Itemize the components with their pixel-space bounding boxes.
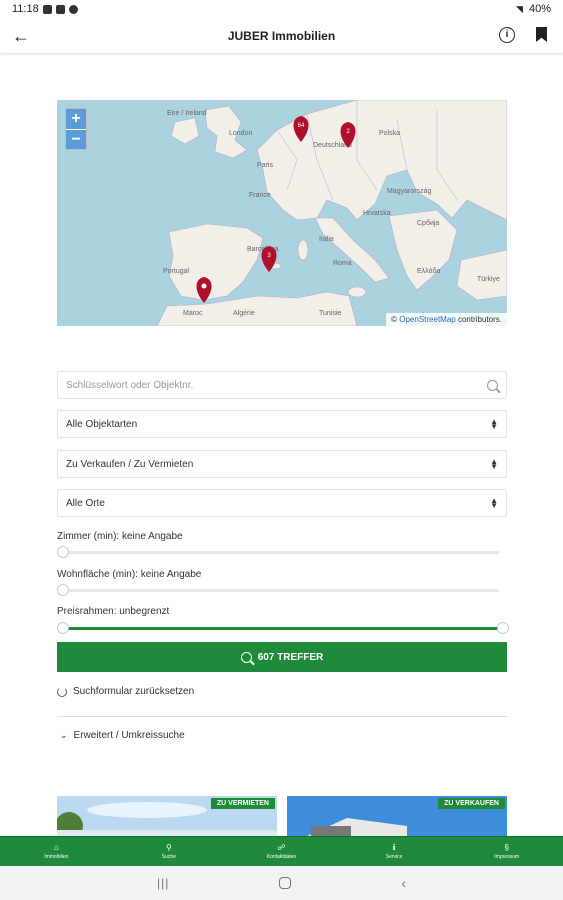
search-placeholder: Schlüsselwort oder Objektnr. — [66, 379, 194, 391]
imprint-icon: § — [504, 842, 509, 852]
price-slider-min-thumb[interactable] — [57, 622, 69, 634]
nav-label: Immobilien — [44, 853, 69, 860]
app-bar: ← JUBER Immobilien i — [0, 18, 563, 54]
info-icon: ℹ — [392, 842, 396, 852]
nav-item-service[interactable]: ℹ Service — [338, 837, 451, 866]
offer-type-select[interactable]: Zu Verkaufen / Zu Vermieten ▲ ▼ — [57, 450, 507, 478]
rooms-slider-label: Zimmer (min): keine Angabe — [57, 531, 183, 542]
area-slider-track[interactable] — [62, 589, 499, 592]
zoom-in-button[interactable]: + — [66, 109, 86, 129]
image-status-icon — [55, 4, 65, 14]
property-type-value: Alle Objektarten — [66, 418, 138, 430]
map-label-paris: Paris — [257, 162, 273, 169]
nav-item-impressum[interactable]: § Impressum — [450, 837, 563, 866]
advanced-search-label: Erweitert / Umkreissuche — [73, 730, 185, 741]
attribution-suffix: contributors. — [457, 315, 502, 324]
map-label-deutschland: Deutschland — [313, 142, 352, 149]
nav-label: Service — [385, 853, 403, 860]
nav-label: Impressum — [494, 853, 520, 860]
price-slider-label: Preisrahmen: unbegrenzt — [57, 606, 170, 617]
reset-label: Suchformular zurücksetzen — [73, 686, 195, 697]
wifi-icon: ◥ — [516, 3, 523, 14]
nav-item-immobilien[interactable]: ⌂ Immobilien — [0, 837, 113, 866]
bottom-navigation: ⌂ Immobilien ⚲ Suche ☍ Kontaktdaten ℹ Se… — [0, 836, 563, 866]
home-icon: ⌂ — [53, 842, 59, 852]
system-navigation-bar: ||| ‹ — [0, 866, 563, 900]
select-arrows-icon: ▲ ▼ — [490, 417, 498, 431]
select-arrows-icon: ▲ ▼ — [490, 457, 498, 471]
search-icon: ⚲ — [165, 842, 172, 852]
rooms-slider-track[interactable] — [62, 551, 499, 554]
select-arrows-icon: ▲ ▼ — [490, 496, 498, 510]
openstreetmap-link[interactable]: OpenStreetMap — [399, 315, 455, 324]
settings-status-icon — [42, 4, 52, 14]
info-icon[interactable]: i — [499, 27, 515, 43]
map-label-france: France — [249, 192, 271, 199]
contacts-icon: ☍ — [277, 842, 286, 852]
advanced-search-toggle[interactable]: ⌄ Erweitert / Umkreissuche — [60, 730, 185, 741]
system-back-icon[interactable]: ‹ — [401, 875, 406, 891]
map-label-portugal: Portugal — [163, 268, 190, 275]
nav-label: Suche — [161, 853, 176, 860]
nav-label: Kontaktdaten — [266, 853, 297, 860]
location-value: Alle Orte — [66, 497, 105, 509]
reset-search-link[interactable]: Suchformular zurücksetzen — [57, 686, 194, 697]
area-slider-thumb[interactable] — [57, 584, 69, 596]
chevron-down-icon: ⌄ — [60, 730, 68, 740]
map-label-italia: Italia — [319, 236, 334, 243]
app-title: JUBER Immobilien — [227, 28, 336, 43]
map-label-ireland: Eire / Ireland — [167, 110, 207, 117]
map-label-croatia: Hrvatska — [363, 210, 391, 217]
property-type-select[interactable]: Alle Objektarten ▲ ▼ — [57, 410, 507, 438]
property-card[interactable]: ZU VERKAUFEN — [287, 796, 507, 836]
status-time: 11:18 — [12, 3, 39, 15]
back-arrow-icon[interactable]: ← — [12, 26, 34, 46]
search-icon — [240, 651, 252, 663]
price-slider-track[interactable] — [62, 627, 499, 630]
property-card[interactable]: ZU VERMIETEN — [57, 796, 277, 836]
status-bar: 11:18 ◥ 40% — [0, 0, 563, 18]
home-button-icon[interactable] — [279, 877, 292, 889]
refresh-icon — [57, 686, 67, 697]
search-icon[interactable] — [487, 379, 498, 391]
map-zoom-control: + − — [65, 108, 87, 150]
zoom-out-button[interactable]: − — [66, 129, 86, 149]
price-slider-max-thumb[interactable] — [497, 622, 509, 634]
location-select[interactable]: Alle Orte ▲ ▼ — [57, 489, 507, 517]
attribution-copyright: © — [391, 315, 398, 324]
battery-level: 40% — [528, 3, 551, 15]
map-label-serbia: Србија — [417, 220, 440, 227]
recent-apps-icon[interactable]: ||| — [157, 876, 169, 890]
nav-item-kontaktdaten[interactable]: ☍ Kontaktdaten — [225, 837, 338, 866]
offer-type-value: Zu Verkaufen / Zu Vermieten — [66, 458, 194, 470]
map-label-roma: Roma — [333, 260, 352, 267]
show-results-button[interactable]: 607 TREFFER — [57, 642, 507, 672]
map-label-barcelona: Barcelona — [247, 246, 279, 253]
map-label-polska: Polska — [379, 130, 401, 137]
keyword-search-field[interactable]: Schlüsselwort oder Objektnr. — [57, 371, 507, 399]
map-label-algerie: Algérie — [233, 310, 255, 317]
nav-item-suche[interactable]: ⚲ Suche — [113, 837, 226, 866]
map-label-tunisie: Tunisie — [319, 310, 342, 317]
status-badge: ZU VERMIETEN — [210, 798, 275, 809]
map-label-greece: Ελλάδα — [417, 268, 441, 275]
map-tiles — [57, 100, 507, 326]
area-slider-label: Wohnfläche (min): keine Angabe — [57, 569, 202, 580]
map-label-london: London — [229, 130, 253, 137]
map-label-maroc: Maroc — [183, 310, 203, 317]
app-status-icon — [68, 4, 78, 14]
results-count-label: 607 TREFFER — [257, 651, 324, 663]
map-view[interactable]: Eire / Ireland London Paris France Portu… — [57, 100, 507, 326]
status-badge: ZU VERKAUFEN — [438, 798, 505, 809]
map-label-turkey: Türkiye — [477, 276, 500, 283]
map-label-hungary: Magyarország — [387, 188, 432, 195]
rooms-slider-thumb[interactable] — [57, 546, 69, 558]
divider — [57, 716, 507, 717]
map-attribution: © OpenStreetMap contributors. — [386, 313, 507, 326]
